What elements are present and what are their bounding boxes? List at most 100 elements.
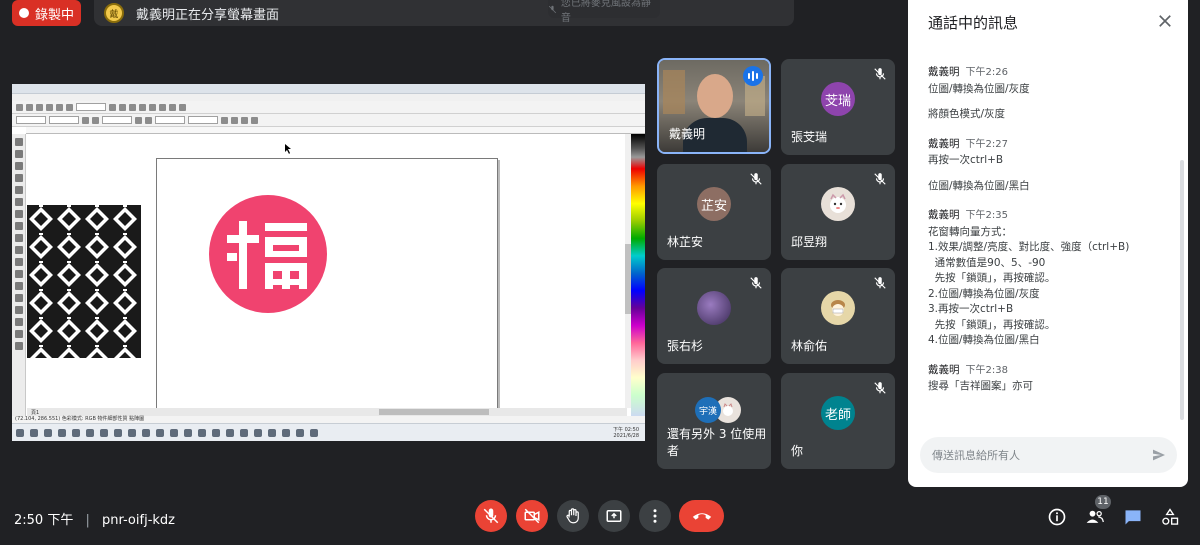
participant-tile[interactable]: 戴義明 xyxy=(657,58,771,154)
participant-tile[interactable]: 芠瑞 張芠瑞 xyxy=(781,59,895,155)
app-menubar xyxy=(12,94,645,101)
meeting-code: pnr-oifj-kdz xyxy=(102,513,175,528)
mic-off-icon xyxy=(548,5,557,13)
participant-name: 戴義明 xyxy=(669,127,706,141)
chat-messages: 戴義明 下午2:26 位圖/轉換為位圖/灰度 將顏色模式/灰度 戴義明 下午2:27 再按一… xyxy=(928,65,1168,409)
chat-button[interactable] xyxy=(1122,506,1144,528)
horizontal-scrollbar: 頁1 xyxy=(27,408,627,416)
app-toolbar xyxy=(12,101,645,114)
chat-sender: 戴義明 xyxy=(928,209,960,221)
partial-seals xyxy=(227,399,387,408)
chat-message-header: 戴義明 下午2:26 xyxy=(928,65,1168,81)
participant-tile[interactable]: 宇漢 還有另外 3 位使用者 xyxy=(657,373,771,469)
chat-message-line: 2.位圖/轉換為位圖/灰度 xyxy=(928,287,1040,300)
mic-off-icon xyxy=(874,382,886,394)
avatar xyxy=(697,291,731,326)
meeting-info: 2:50 下午 | pnr-oifj-kdz xyxy=(14,509,175,528)
raise-hand-button[interactable] xyxy=(557,500,589,532)
recording-indicator[interactable]: 錄製中 xyxy=(12,0,81,26)
mic-off-icon xyxy=(750,173,762,185)
chat-title: 通話中的訊息 xyxy=(928,14,1019,32)
avatar xyxy=(821,291,855,326)
avatar: 芷安 xyxy=(697,187,731,222)
chat-message-line: 先按「鎖頭」，再按確認。 xyxy=(928,318,1056,331)
mic-off-icon xyxy=(874,173,886,185)
avatar: 宇漢 xyxy=(695,397,721,423)
fu-character-seal xyxy=(209,195,327,313)
shared-screen: 頁1 (72.104, 286.551) 色彩模式: RGB 物件細部性質 點陣… xyxy=(12,84,645,441)
chat-line-gap xyxy=(928,169,1168,179)
participant-tile[interactable]: 林俞佑 xyxy=(781,268,895,364)
participant-name: 林芷安 xyxy=(667,235,704,249)
chat-scrollbar[interactable] xyxy=(1180,160,1184,420)
horizontal-ruler xyxy=(26,127,645,134)
activities-button[interactable] xyxy=(1159,506,1181,528)
presenter-avatar: 戴 xyxy=(104,3,124,23)
avatar: 芠瑞 xyxy=(821,82,855,117)
hand-icon xyxy=(566,508,579,524)
participant-tile[interactable]: 芷安 林芷安 xyxy=(657,164,771,260)
send-icon[interactable] xyxy=(1151,447,1167,463)
chat-sender: 戴義明 xyxy=(928,66,960,78)
more-vert-icon xyxy=(653,509,657,523)
mouse-cursor-icon xyxy=(285,144,291,154)
mic-muted-toast-text: 您已將麥克風設為靜音 xyxy=(560,0,651,24)
participant-name: 林俞佑 xyxy=(791,339,828,353)
participant-name: 張芠瑞 xyxy=(791,130,828,144)
chat-message: 戴義明 下午2:26 位圖/轉換為位圖/灰度 將顏色模式/灰度 xyxy=(928,65,1168,123)
cat-avatar-icon xyxy=(830,194,846,214)
mic-toggle-button[interactable] xyxy=(475,500,507,532)
separator: | xyxy=(85,513,90,528)
cat-avatar-icon xyxy=(723,403,733,416)
speaking-indicator-icon xyxy=(743,66,763,86)
chat-message-line: 通常數值是90、5、-90 xyxy=(928,256,1046,269)
chat-message: 戴義明 下午2:38 搜尋「吉祥圖案」亦可 xyxy=(928,363,1168,395)
chat-message-line: 搜尋「吉祥圖案」亦可 xyxy=(928,380,1033,392)
lattice-window-pattern xyxy=(27,205,141,358)
chat-sender: 戴義明 xyxy=(928,137,960,150)
close-icon[interactable] xyxy=(1156,12,1174,30)
people-button[interactable] xyxy=(1084,506,1106,528)
participant-name: 你 xyxy=(791,444,804,458)
chat-timestamp: 下午2:26 xyxy=(965,67,1008,78)
chat-input-placeholder: 傳送訊息給所有人 xyxy=(932,449,1020,462)
participant-count-badge: 11 xyxy=(1095,495,1111,509)
chat-message-header: 戴義明 下午2:35 xyxy=(928,208,1168,224)
leave-call-button[interactable] xyxy=(679,500,724,532)
avatar: 老師 xyxy=(821,396,855,431)
more-options-button[interactable] xyxy=(639,500,671,532)
mic-muted-toast: 您已將麥克風設為靜音 xyxy=(548,0,660,24)
present-button[interactable] xyxy=(598,500,630,532)
activities-icon xyxy=(1162,508,1179,525)
chat-message-line: 3.再按一次ctrl+B xyxy=(928,303,1014,315)
record-dot-icon xyxy=(18,8,29,18)
meeting-details-button[interactable] xyxy=(1046,506,1068,528)
chat-message: 戴義明 下午2:35 花窗轉向量方式： 1.效果/調整/亮度、對比度、強度（ctrl+… xyxy=(928,208,1168,349)
clock-time: 2:50 下午 xyxy=(14,513,74,528)
chat-message: 戴義明 下午2:27 再按一次ctrl+B 位圖/轉換為位圖/黑白 xyxy=(928,137,1168,195)
mic-off-icon xyxy=(874,68,886,80)
people-icon xyxy=(1086,510,1104,523)
chat-timestamp: 下午2:38 xyxy=(965,364,1008,376)
chat-message-line: 位圖/轉換為位圖/灰度 xyxy=(928,82,1030,95)
chat-message-line: 花窗轉向量方式： xyxy=(928,225,1012,238)
participant-tile[interactable]: 邱昱翔 xyxy=(781,164,895,260)
chat-message-line: 再按一次ctrl+B xyxy=(928,154,1004,166)
chat-message-line: 1.效果/調整/亮度、對比度、強度（ctrl+B) xyxy=(928,241,1130,253)
chat-sender: 戴義明 xyxy=(928,363,960,376)
presenter-text: 戴義明正在分享螢幕畫面 xyxy=(136,7,280,23)
chat-icon xyxy=(1125,510,1141,525)
color-palette xyxy=(631,134,645,424)
page-frame xyxy=(156,158,498,408)
mic-off-icon xyxy=(874,277,886,289)
app-statusbar: (72.104, 286.551) 色彩模式: RGB 物件細部性質 點陣圖 xyxy=(12,416,645,423)
participant-tile[interactable]: 老師 你 xyxy=(781,373,895,469)
drawing-canvas xyxy=(27,134,627,408)
chat-message-line: 先按「鎖頭」，再按確認。 xyxy=(928,272,1056,284)
info-icon xyxy=(1048,508,1066,526)
camera-toggle-button[interactable] xyxy=(516,500,548,532)
participant-tile[interactable]: 張右杉 xyxy=(657,268,771,364)
taskbar-clock: 下午 02:50 2021/6/28 xyxy=(613,427,639,439)
chat-input[interactable]: 傳送訊息給所有人 xyxy=(920,437,1177,473)
mic-off-icon xyxy=(483,508,499,524)
